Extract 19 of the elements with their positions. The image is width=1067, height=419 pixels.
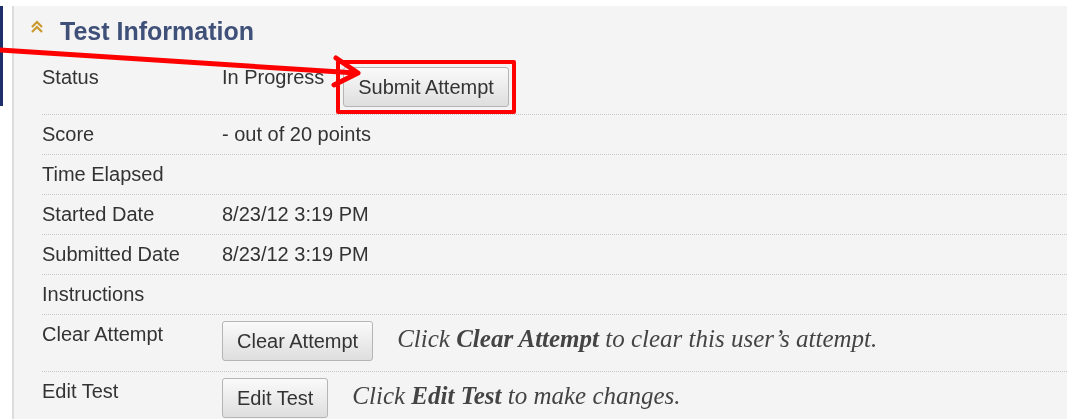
field-value: In Progress (222, 65, 325, 89)
field-label: Score (42, 122, 96, 146)
field-label: Instructions (42, 282, 146, 306)
section-title: Test Information (60, 16, 254, 47)
field-label: Submitted Date (42, 242, 181, 266)
collapse-icon[interactable] (30, 20, 44, 34)
field-label: Clear Attempt (42, 322, 165, 346)
action-button[interactable]: Submit Attempt (343, 67, 509, 107)
action-button[interactable]: Edit Test (222, 378, 329, 418)
hint-text: Click Clear Attempt to clear this user’s attempt. (396, 324, 878, 354)
field-label: Started Date (42, 202, 156, 226)
field-value: 8/23/12 3:19 PM (222, 202, 369, 226)
field-value: - out of 20 points (222, 122, 371, 146)
field-label: Edit Test (42, 379, 120, 403)
action-button[interactable]: Clear Attempt (222, 321, 374, 361)
field-label: Status (42, 65, 100, 89)
hint-text: Click Edit Test to make changes. (351, 381, 681, 411)
field-value: 8/23/12 3:19 PM (222, 242, 369, 266)
field-label: Time Elapsed (42, 162, 165, 186)
